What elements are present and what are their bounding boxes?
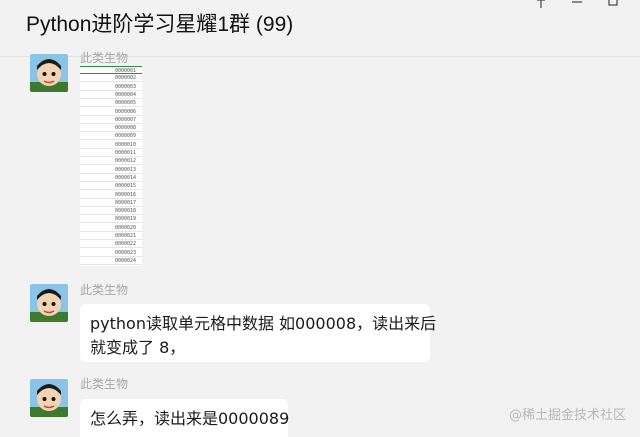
image-cell-text: 0000010 [115,141,137,148]
excel-screenshot-image[interactable]: 0000001 0000002 0000003 0000004 0000005 00000… [80,66,142,266]
image-row: 0000001 [80,66,142,74]
image-row: 0000005 [80,99,142,108]
image-row: 0000023 [80,249,142,257]
maximize-icon[interactable] [603,0,623,10]
image-row: 0000016 [80,191,142,199]
image-row: 0000013 [80,166,142,174]
image-row: 0000022 [80,240,142,249]
image-cell-text: 0000013 [115,166,137,173]
image-row: 0000019 [80,215,142,224]
image-cell-text: 0000002 [115,75,137,82]
sender-name: 此类生物 [80,283,129,297]
image-cell-text: 0000024 [115,257,137,264]
message-text-line: python读取单元格中数据 如000008，读出来后 [90,314,437,333]
chat-title: Python进阶学习星耀1群 (99) [26,13,294,36]
image-cell-text: 0000022 [115,241,137,248]
image-cell-text: 0000014 [115,174,137,181]
image-row: 0000002 [80,74,142,83]
image-row: 0000017 [80,199,142,207]
sender-name: 此类生物 [80,51,129,65]
message-text-line: 怎么弄，读出来是0000089 [90,409,290,428]
image-row: 0000011 [80,149,142,157]
sender-name: 此类生物 [80,377,129,391]
image-cell-text: 0000015 [115,183,137,190]
image-cell-text: 0000005 [115,100,137,107]
avatar[interactable] [30,54,68,92]
image-row: 0000021 [80,232,142,240]
message-text-line: 就变成了 8， [90,338,186,357]
image-cell-text: 0000017 [115,199,137,206]
image-cell-text: 0000001 [115,68,137,74]
avatar[interactable] [30,284,68,322]
image-row: 0000008 [80,124,142,133]
image-row: 0000003 [80,83,142,91]
image-row: 0000012 [80,157,142,166]
image-cell-text: 0000008 [115,125,137,132]
pin-icon[interactable] [531,0,551,10]
image-cell-text: 0000021 [115,233,137,239]
image-cell-text: 0000016 [115,191,137,198]
watermark: @稀土掘金技术社区 [508,408,626,423]
image-row: 0000020 [80,224,142,232]
image-cell-text: 0000019 [115,216,137,223]
image-row: 0000009 [80,132,142,141]
minimize-icon[interactable] [567,0,587,10]
message-bubble[interactable]: python读取单元格中数据 如000008，读出来后 就变成了 8， [80,304,437,362]
image-row: 0000004 [80,91,142,99]
image-row: 0000014 [80,174,142,182]
image-row: 0000007 [80,116,142,124]
image-row: 0000010 [80,141,142,149]
image-cell-text: 0000018 [115,208,137,215]
avatar[interactable] [30,379,68,417]
image-cell-text: 0000023 [115,249,137,256]
image-row: 0000015 [80,182,142,191]
image-row: 0000024 [80,257,142,265]
image-cell-text: 0000004 [115,91,137,98]
image-cell-text: 0000009 [115,133,137,140]
image-cell-text: 0000006 [115,108,137,115]
image-cell-text: 0000011 [115,150,137,156]
image-cell-text: 0000012 [115,158,137,165]
message-bubble[interactable]: 怎么弄，读出来是0000089 [80,399,290,437]
image-row: 0000018 [80,207,142,216]
image-cell-text: 0000020 [115,224,137,231]
image-row: 0000006 [80,108,142,116]
image-cell-text: 0000003 [115,83,137,90]
image-cell-text: 0000007 [115,116,137,123]
